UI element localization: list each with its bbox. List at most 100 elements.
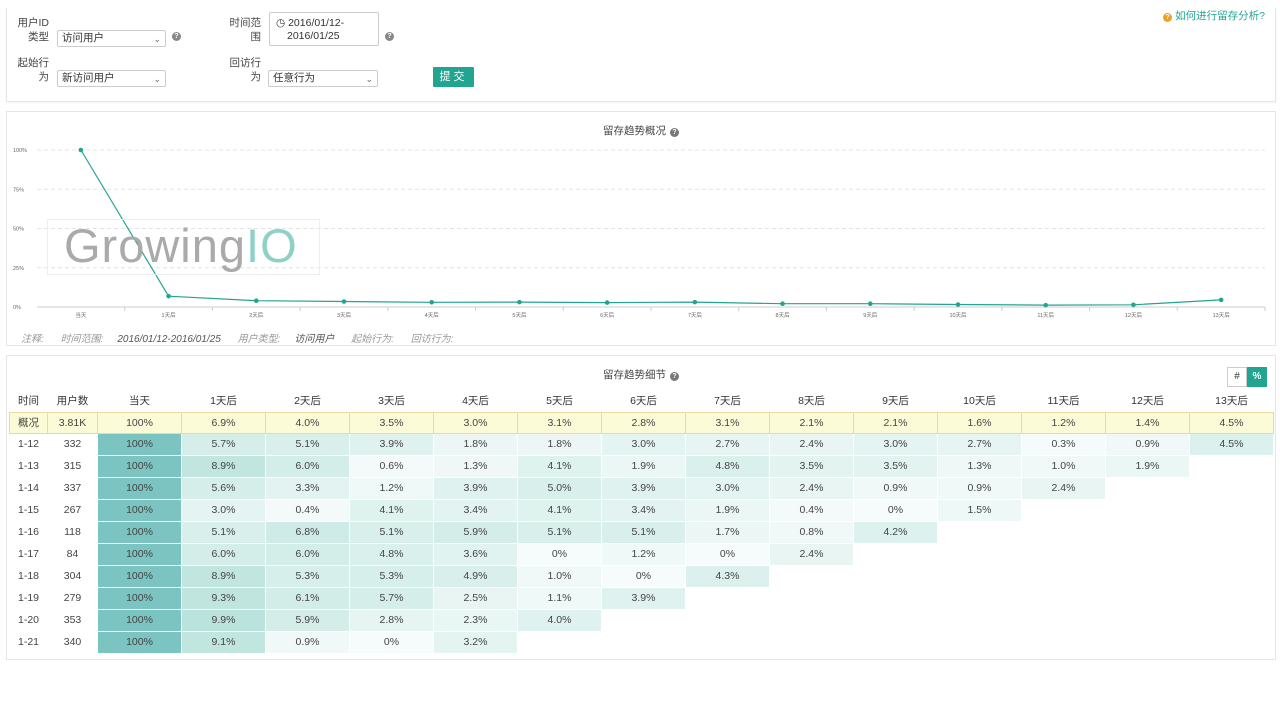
summary-cell: 1.4% xyxy=(1105,411,1190,434)
retention-help-link[interactable]: ? 如何进行留存分析? xyxy=(1163,8,1265,23)
retention-cell: 6.0% xyxy=(265,542,350,566)
x-tick-label: 8天后 xyxy=(776,311,791,319)
retention-cell xyxy=(1021,520,1106,544)
retention-cell: 2.4% xyxy=(1021,476,1106,500)
row-user-count: 353 xyxy=(47,608,98,632)
retention-cell: 0% xyxy=(517,542,602,566)
row-user-count: 337 xyxy=(47,476,98,500)
retention-cell: 4.5% xyxy=(1189,432,1274,456)
table-row: 1-16 118 100% 5.1% 6.8% 5.1% 5.9% 5.1% 5.1% 1.7% 0… xyxy=(9,520,1274,544)
submit-button[interactable]: 提交 xyxy=(433,67,474,87)
retention-cell xyxy=(937,586,1022,610)
retention-cell xyxy=(1105,608,1190,632)
retention-cell xyxy=(937,608,1022,632)
y-tick-label: 0% xyxy=(13,305,21,311)
retention-cell: 9.9% xyxy=(181,608,266,632)
retention-cell: 0.8% xyxy=(769,520,854,544)
retention-cell xyxy=(1189,476,1274,500)
x-tick-label: 13天后 xyxy=(1213,311,1231,319)
table-title: 留存趋势细节? xyxy=(7,367,1275,382)
retention-cell: 4.2% xyxy=(853,520,938,544)
return-action-value: 任意行为 xyxy=(273,72,315,84)
retention-cell: 6.0% xyxy=(181,542,266,566)
data-point xyxy=(1218,297,1224,303)
retention-cell: 3.0% xyxy=(853,432,938,456)
retention-cell xyxy=(1105,498,1190,522)
retention-cell: 1.3% xyxy=(937,454,1022,478)
retention-cell xyxy=(937,564,1022,588)
return-action-select[interactable]: 任意行为 ⌄ xyxy=(268,70,378,87)
table-title-text: 留存趋势细节 xyxy=(603,369,666,381)
chevron-down-icon: ⌄ xyxy=(153,34,161,44)
retention-cell: 2.4% xyxy=(769,476,854,500)
row-user-count: 279 xyxy=(47,586,98,610)
row-user-count: 84 xyxy=(47,542,98,566)
row-date: 1-14 xyxy=(9,476,48,500)
time-range-end: 2016/01/25 xyxy=(287,30,340,42)
column-header: 9天后 xyxy=(882,395,909,408)
chevron-down-icon: ⌄ xyxy=(365,74,373,84)
retention-cell xyxy=(1105,542,1190,566)
retention-cell: 3.0% xyxy=(181,498,266,522)
retention-cell xyxy=(1021,542,1106,566)
row-date: 1-16 xyxy=(9,520,48,544)
row-date: 1-15 xyxy=(9,498,48,522)
retention-cell: 5.3% xyxy=(265,564,350,588)
y-tick-label: 25% xyxy=(13,266,24,272)
retention-cell: 0.4% xyxy=(769,498,854,522)
retention-cell: 1.2% xyxy=(601,542,686,566)
column-header: 8天后 xyxy=(798,395,825,408)
retention-cell: 5.7% xyxy=(181,432,266,456)
retention-cell xyxy=(769,586,854,610)
retention-cell: 6.1% xyxy=(265,586,350,610)
retention-cell xyxy=(517,630,602,654)
time-range-picker[interactable]: ◷ 2016/01/12- 2016/01/25 xyxy=(269,12,379,46)
table-row: 1-13 315 100% 8.9% 6.0% 0.6% 1.3% 4.1% 1.9% 4.8% 3… xyxy=(9,454,1274,478)
growingio-watermark: GrowingIO xyxy=(47,219,320,275)
retention-cell: 100% xyxy=(97,476,182,500)
retention-cell: 8.9% xyxy=(181,564,266,588)
retention-cell: 100% xyxy=(97,542,182,566)
data-point xyxy=(429,299,435,305)
retention-cell: 5.1% xyxy=(517,520,602,544)
table-row: 1-19 279 100% 9.3% 6.1% 5.7% 2.5% 1.1% 3.9% xyxy=(9,586,1274,610)
retention-cell xyxy=(601,630,686,654)
help-icon[interactable]: ? xyxy=(385,32,394,41)
retention-cell: 3.5% xyxy=(769,454,854,478)
column-header: 11天后 xyxy=(1047,395,1080,408)
column-header: 7天后 xyxy=(714,395,741,408)
retention-cell xyxy=(937,542,1022,566)
retention-cell: 1.8% xyxy=(517,432,602,456)
retention-help-text: 如何进行留存分析? xyxy=(1175,10,1265,22)
filter-panel: 用户ID类型 访问用户 ⌄ ? 起始行为 新访问用户 ⌄ 时间范围 ◷ 2016… xyxy=(6,8,1276,102)
chevron-down-icon: ⌄ xyxy=(153,74,161,84)
retention-cell: 3.2% xyxy=(433,630,518,654)
count-mode-button[interactable]: # xyxy=(1227,367,1247,387)
data-point xyxy=(604,300,610,305)
help-icon[interactable]: ? xyxy=(172,32,181,41)
start-action-select[interactable]: 新访问用户 ⌄ xyxy=(57,70,166,87)
x-tick-label: 12天后 xyxy=(1125,311,1143,319)
retention-cell: 4.0% xyxy=(517,608,602,632)
retention-cell: 2.7% xyxy=(685,432,770,456)
user-id-type-select[interactable]: 访问用户 ⌄ xyxy=(57,30,166,47)
percent-mode-button[interactable]: % xyxy=(1247,367,1267,387)
y-tick-label: 50% xyxy=(13,227,24,233)
retention-cell xyxy=(1105,586,1190,610)
retention-cell: 5.0% xyxy=(517,476,602,500)
summary-row: 概况 3.81K 100% 6.9% 4.0% 3.5% 3.0% 3.1% 2.8% 3.1% 2… xyxy=(9,411,1274,434)
retention-cell: 3.5% xyxy=(853,454,938,478)
help-icon[interactable]: ? xyxy=(670,372,679,381)
retention-cell xyxy=(1189,542,1274,566)
retention-cell: 0.3% xyxy=(1021,432,1106,456)
retention-cell xyxy=(853,608,938,632)
retention-cell xyxy=(685,630,770,654)
retention-cell xyxy=(769,630,854,654)
retention-cell: 0.6% xyxy=(349,454,434,478)
x-tick-label: 1天后 xyxy=(162,311,177,319)
notes-time-value: 2016/01/12-2016/01/25 xyxy=(117,334,221,345)
retention-cell: 2.8% xyxy=(349,608,434,632)
start-action-label: 起始行为 xyxy=(17,57,50,83)
row-date: 1-19 xyxy=(9,586,48,610)
column-header: 12天后 xyxy=(1131,395,1164,408)
